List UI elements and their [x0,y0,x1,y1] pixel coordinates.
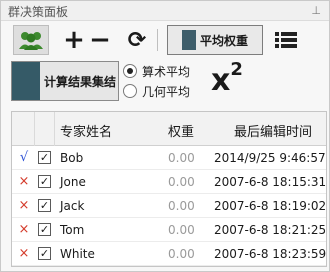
expert-weight: 0.00 [168,151,195,165]
toolbar: + − ⟳ 平均权重 [7,25,327,57]
expert-last-edit: 2007-6-8 18:23:59 [214,247,327,261]
refresh-button[interactable]: ⟳ [123,25,151,55]
experts-table: 专家姓名 权重 最后编辑时间 √ ✓ Bob 0.00 2014/9/25 9:… [11,111,327,267]
radio-geometric-mean[interactable]: 几何平均 [123,81,190,101]
pin-icon[interactable]: ⊥ [311,4,321,17]
average-weight-label: 平均权重 [199,33,248,48]
panel-title: 群决策面板 [8,5,69,19]
header-weight[interactable]: 权重 [168,121,194,140]
expert-weight: 0.00 [168,175,195,189]
status-ok-icon: √ [19,150,29,165]
radio-selected-icon [123,64,137,78]
header-divider [34,112,35,146]
radio-arithmetic-label: 算术平均 [142,64,191,79]
toolbar-separator [157,29,158,51]
row-checkbox[interactable]: ✓ [38,223,51,236]
row-checkbox[interactable]: ✓ [38,247,51,260]
expert-weight: 0.00 [168,247,195,261]
group-button[interactable] [13,25,49,55]
list-button[interactable] [273,25,299,55]
header-name[interactable]: 专家姓名 [60,121,112,140]
expert-last-edit: 2014/9/25 9:46:57 [214,151,326,165]
table-header: 专家姓名 权重 最后编辑时间 [12,112,326,146]
expert-name: Jone [60,175,86,189]
expert-last-edit: 2007-6-8 18:21:25 [214,223,327,237]
list-icon [275,32,297,48]
radio-unselected-icon [123,84,137,98]
status-x-icon: × [18,222,30,237]
table-row[interactable]: × ✓ Tom 0.00 2007-6-8 18:21:25 [12,218,327,242]
average-weight-button[interactable]: 平均权重 [167,25,263,55]
table-row[interactable]: × ✓ Jack 0.00 2007-6-8 18:19:02 [12,194,327,218]
table-row[interactable]: √ ✓ Bob 0.00 2014/9/25 9:46:57 [12,146,326,170]
aggregate-label: 计算结果集结 [44,74,117,89]
status-x-icon: × [18,246,30,261]
average-method-group: 算术平均 几何平均 [123,61,190,101]
expert-last-edit: 2007-6-8 18:19:02 [214,199,327,213]
formula-exponent: 2 [230,59,243,80]
average-weight-swatch [181,30,196,50]
header-divider [54,112,55,146]
aggregate-results-button[interactable]: 计算结果集结 [11,61,119,101]
radio-arithmetic-mean[interactable]: 算术平均 [123,61,190,81]
aggregation-row: 计算结果集结 算术平均 几何平均 x2 [11,59,327,105]
expert-name: Bob [60,151,84,165]
header-time[interactable]: 最后编辑时间 [234,121,312,140]
status-x-icon: × [18,174,30,189]
radio-geometric-label: 几何平均 [142,84,191,99]
expert-weight: 0.00 [168,223,195,237]
table-row[interactable]: × ✓ Jone 0.00 2007-6-8 18:15:31 [12,170,327,194]
expert-last-edit: 2007-6-8 18:15:31 [214,175,327,189]
expert-name: Jack [60,199,85,213]
formula-base: x [211,63,231,98]
expert-name: Tom [60,223,85,237]
group-icon [19,32,43,50]
row-checkbox[interactable]: ✓ [38,151,51,164]
row-checkbox[interactable]: ✓ [38,175,51,188]
panel-titlebar: 群决策面板 ⊥ [1,1,329,21]
formula-icon[interactable]: x2 [211,59,243,98]
add-expert-button[interactable]: + [63,25,85,55]
group-decision-panel: 群决策面板 ⊥ + − ⟳ 平均权重 计算结果集结 算术平均 几何平均 x2 专… [0,0,330,272]
aggregate-swatch [12,62,40,100]
row-checkbox[interactable]: ✓ [38,199,51,212]
expert-name: White [60,247,95,261]
remove-expert-button[interactable]: − [89,25,111,55]
expert-weight: 0.00 [168,199,195,213]
table-row[interactable]: × ✓ White 0.00 2007-6-8 18:23:59 [12,242,327,266]
status-x-icon: × [18,198,30,213]
